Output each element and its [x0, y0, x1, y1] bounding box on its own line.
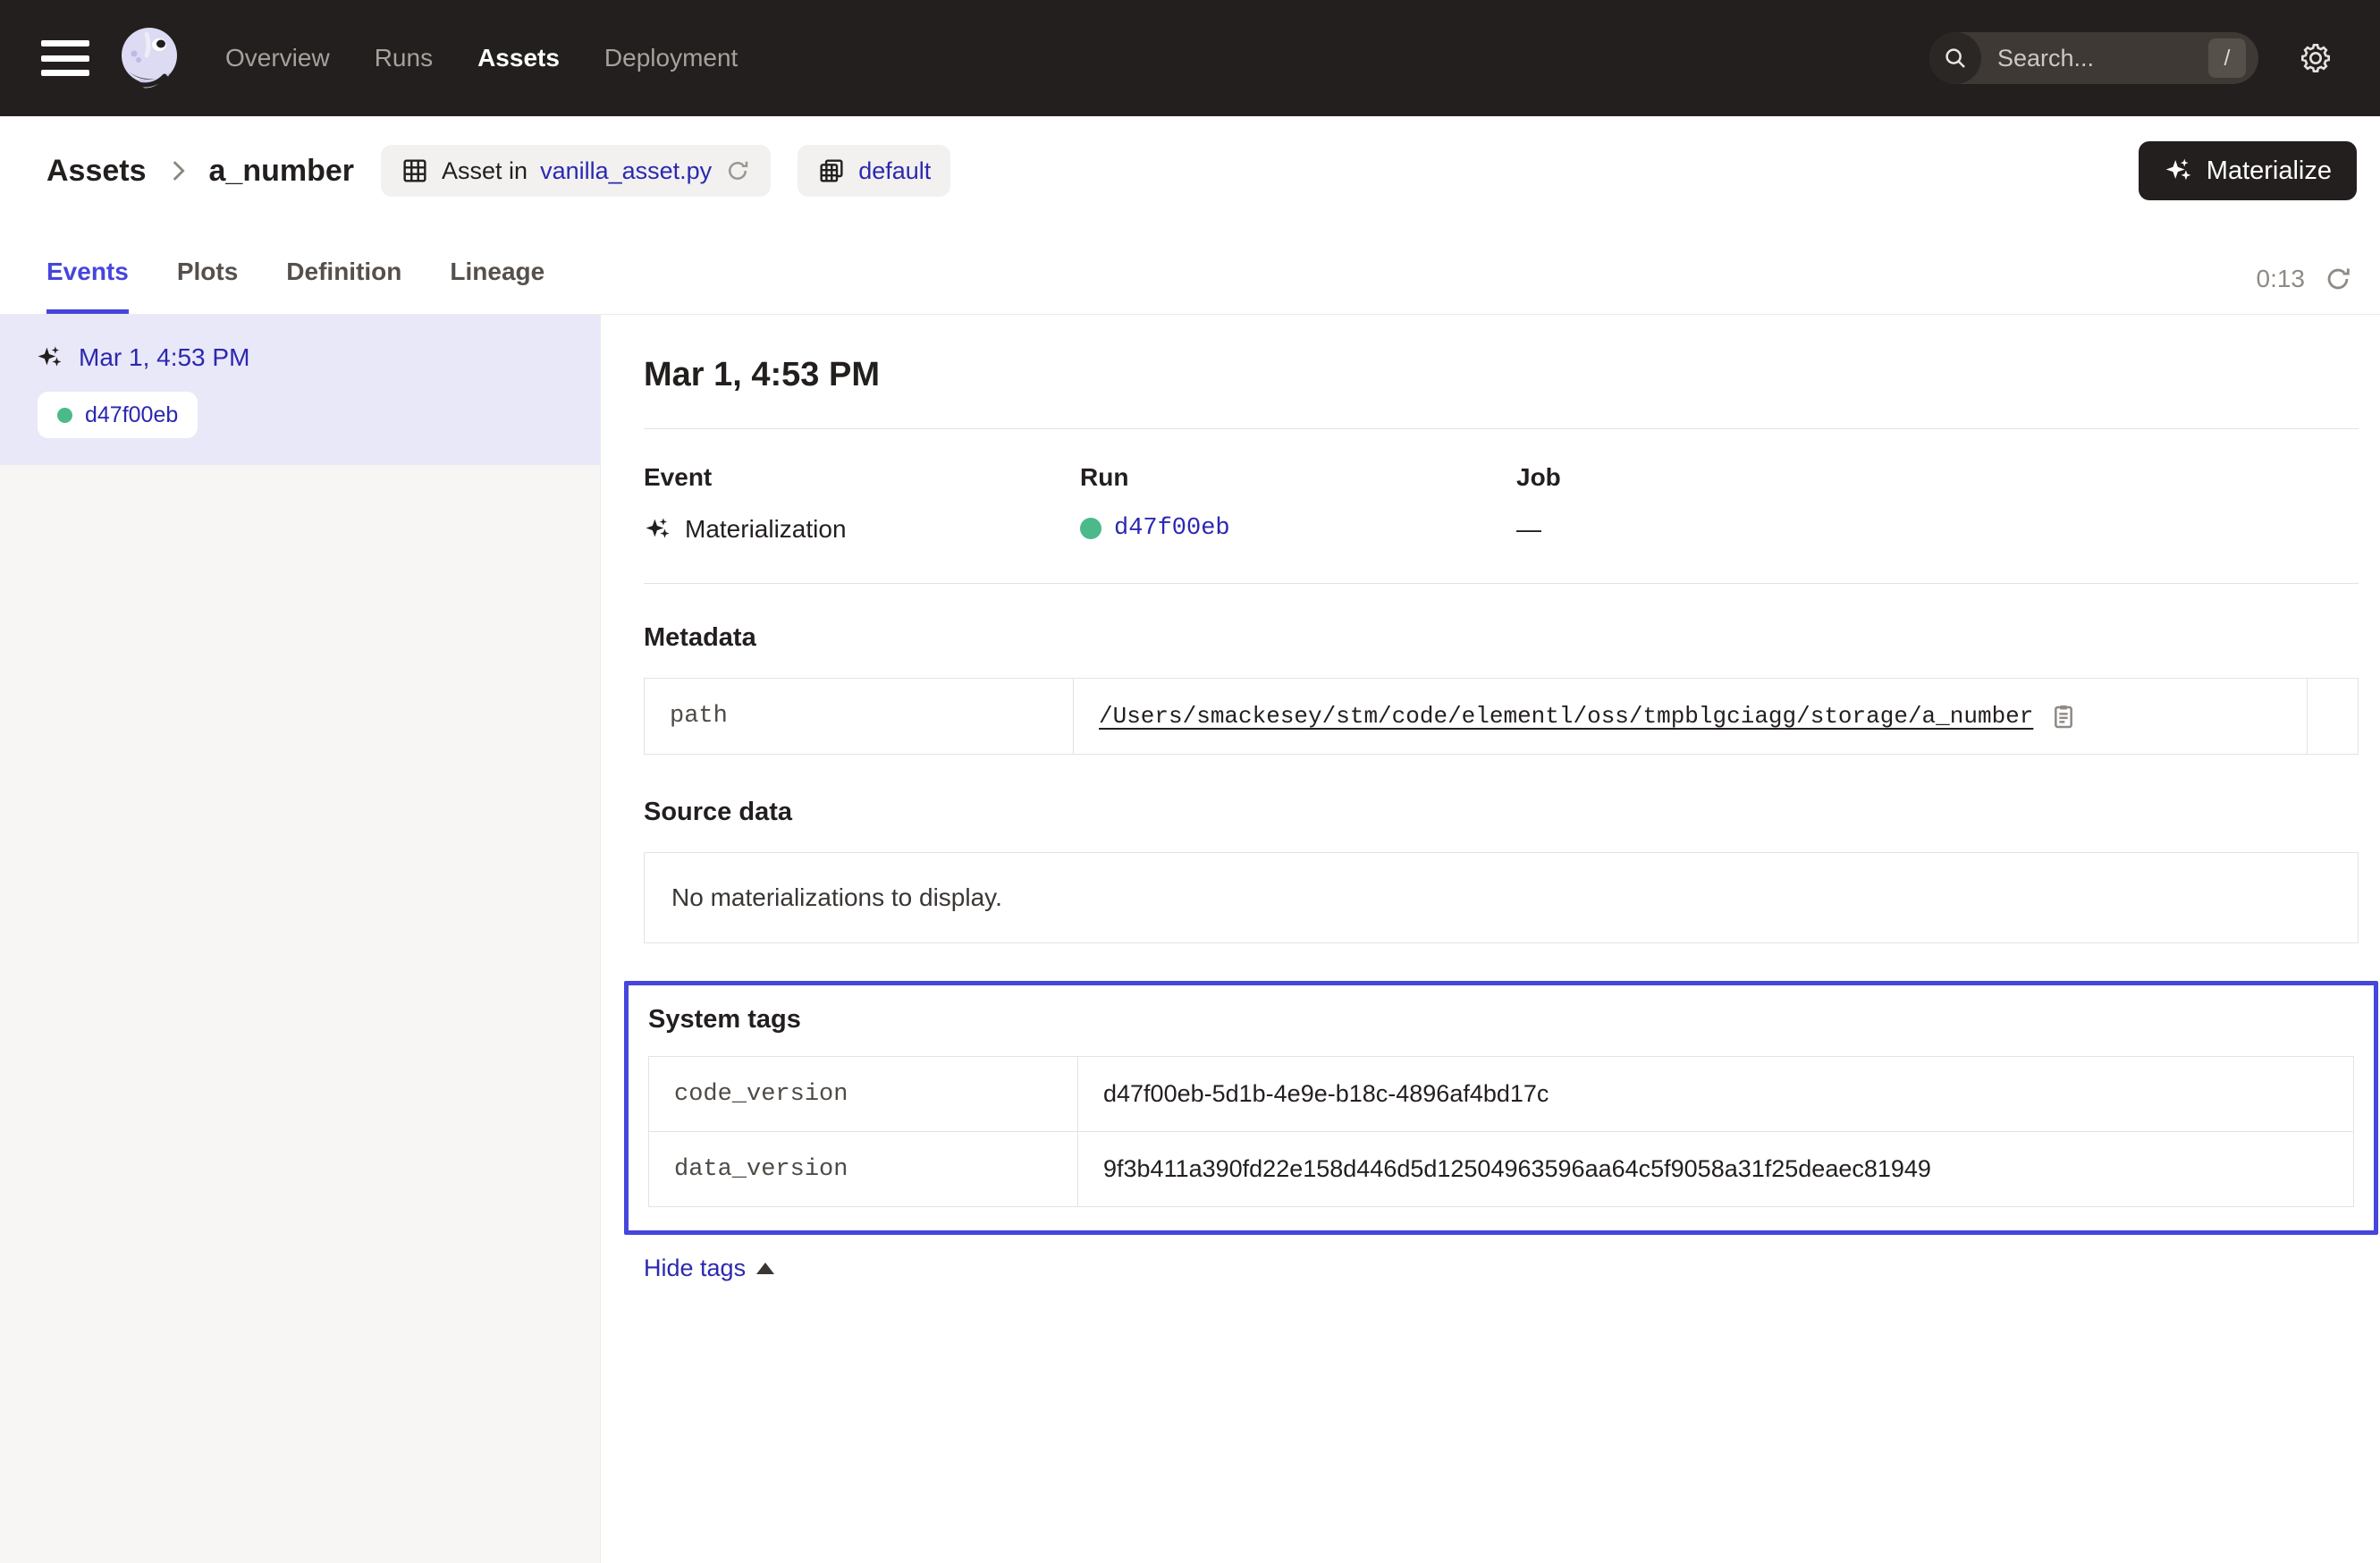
search-placeholder: Search... — [1997, 45, 2208, 72]
workspace-grid-icon — [817, 156, 846, 185]
materialization-sparkle-icon — [644, 515, 672, 544]
metadata-table: path /Users/smackesey/stm/code/elementl/… — [644, 678, 2359, 755]
event-detail-title: Mar 1, 4:53 PM — [644, 356, 2359, 394]
asset-definition-badge: Asset in vanilla_asset.py — [381, 145, 771, 197]
event-timestamp: Mar 1, 4:53 PM — [79, 343, 249, 372]
materialization-sparkle-icon — [36, 343, 64, 372]
breadcrumb-current-asset: a_number — [209, 154, 355, 189]
primary-nav: Overview Runs Assets Deployment — [225, 44, 738, 72]
source-data-heading: Source data — [644, 798, 2359, 827]
dagster-app: Overview Runs Assets Deployment Search..… — [0, 0, 2380, 1563]
nav-right: Search... / — [1929, 32, 2334, 84]
materialize-label: Materialize — [2207, 156, 2332, 186]
tag-key: code_version — [649, 1057, 1078, 1132]
hide-tags-link[interactable]: Hide tags — [644, 1255, 774, 1282]
event-summary-row: Event Materialization Run — [644, 463, 2359, 544]
nav-item-assets[interactable]: Assets — [477, 44, 560, 72]
content-area: Mar 1, 4:53 PM d47f00eb Mar 1, 4:53 PM E… — [0, 315, 2380, 1563]
nav-item-deployment[interactable]: Deployment — [604, 44, 738, 72]
event-detail-panel: Mar 1, 4:53 PM Event Materialization — [601, 315, 2380, 1563]
settings-gear-icon[interactable] — [2298, 40, 2334, 76]
path-value-link[interactable]: /Users/smackesey/stm/code/elementl/oss/t… — [1099, 703, 2033, 730]
asset-file-link[interactable]: vanilla_asset.py — [540, 157, 712, 185]
system-tags-section-highlighted: System tags code_version d47f00eb-5d1b-4… — [624, 981, 2378, 1235]
table-grid-icon — [401, 156, 429, 185]
event-column-header: Event — [644, 463, 1080, 492]
source-data-empty-message: No materializations to display. — [644, 852, 2359, 943]
system-tags-table: code_version d47f00eb-5d1b-4e9e-b18c-489… — [648, 1056, 2354, 1207]
metadata-heading: Metadata — [644, 623, 2359, 653]
hamburger-menu-icon[interactable] — [41, 40, 89, 76]
tag-value: d47f00eb-5d1b-4e9e-b18c-4896af4bd17c — [1078, 1057, 2354, 1132]
search-icon — [1929, 32, 1981, 84]
materialize-button[interactable]: Materialize — [2139, 141, 2357, 200]
run-id-pill[interactable]: d47f00eb — [38, 392, 198, 438]
tab-events[interactable]: Events — [46, 258, 129, 314]
dagster-logo-icon[interactable] — [113, 21, 186, 95]
metadata-row-path: path /Users/smackesey/stm/code/elementl/… — [645, 679, 2359, 755]
event-type-value: Materialization — [685, 515, 847, 544]
metadata-action-cell — [2308, 679, 2359, 755]
reload-definition-icon[interactable] — [724, 157, 751, 184]
caret-up-icon — [756, 1263, 774, 1274]
tab-definition[interactable]: Definition — [286, 258, 401, 314]
search-input[interactable]: Search... / — [1929, 32, 2258, 84]
code-location-badge: default — [798, 145, 950, 197]
tab-plots[interactable]: Plots — [177, 258, 238, 314]
breadcrumb-assets-link[interactable]: Assets — [46, 154, 147, 189]
run-id-link[interactable]: d47f00eb — [1114, 515, 1230, 542]
nav-item-runs[interactable]: Runs — [375, 44, 433, 72]
job-column-header: Job — [1516, 463, 1561, 492]
tab-bar: Events Plots Definition Lineage 0:13 — [0, 225, 2380, 315]
code-location-link[interactable]: default — [858, 157, 931, 185]
run-success-dot — [57, 408, 72, 423]
asset-in-label: Asset in — [442, 157, 527, 185]
hide-tags-label: Hide tags — [644, 1255, 746, 1282]
run-column-header: Run — [1080, 463, 1516, 492]
nav-item-overview[interactable]: Overview — [225, 44, 330, 72]
breadcrumb: Assets a_number Asset in vanilla_asset.p… — [46, 145, 950, 197]
system-tags-heading: System tags — [648, 1005, 2354, 1035]
events-sidebar: Mar 1, 4:53 PM d47f00eb — [0, 315, 601, 1563]
chevron-right-icon — [166, 156, 190, 186]
page-header: Assets a_number Asset in vanilla_asset.p… — [0, 116, 2380, 225]
refresh-icon[interactable] — [2323, 264, 2353, 294]
system-tag-row-data-version: data_version 9f3b411a390fd22e158d446d5d1… — [649, 1132, 2354, 1207]
run-id-label: d47f00eb — [85, 402, 178, 428]
event-list-item-selected[interactable]: Mar 1, 4:53 PM d47f00eb — [0, 315, 600, 465]
job-empty-value: — — [1516, 515, 1541, 544]
tab-lineage[interactable]: Lineage — [450, 258, 544, 314]
copy-path-icon[interactable] — [2049, 702, 2078, 731]
system-tag-row-code-version: code_version d47f00eb-5d1b-4e9e-b18c-489… — [649, 1057, 2354, 1132]
refresh-countdown: 0:13 — [2257, 265, 2306, 293]
tag-key: data_version — [649, 1132, 1078, 1207]
run-success-dot — [1080, 518, 1101, 539]
metadata-key: path — [645, 679, 1074, 755]
top-nav: Overview Runs Assets Deployment Search..… — [0, 0, 2380, 116]
tag-value: 9f3b411a390fd22e158d446d5d12504963596aa6… — [1078, 1132, 2354, 1207]
sparkle-icon — [2164, 156, 2194, 186]
search-shortcut-key: / — [2208, 38, 2246, 78]
